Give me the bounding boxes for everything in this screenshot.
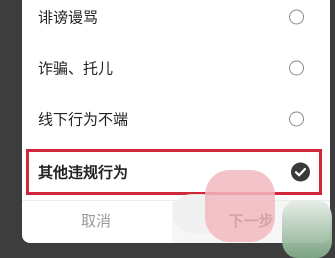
option-label: 诈骗、托儿 xyxy=(38,59,114,78)
cancel-button[interactable]: 取消 xyxy=(22,201,170,243)
report-reason-sheet: 诽谤谩骂 诈骗、托儿 线下行为不端 其他违规行为 取消 下一步 xyxy=(22,0,330,243)
checkmark-icon xyxy=(294,167,307,177)
radio-unchecked-icon[interactable] xyxy=(289,111,304,127)
radio-checked-icon[interactable] xyxy=(291,162,310,182)
option-other-violation[interactable]: 其他违规行为 xyxy=(26,149,322,195)
sheet-footer: 取消 下一步 xyxy=(22,200,330,243)
option-defamation[interactable]: 诽谤谩骂 xyxy=(22,0,330,42)
option-label: 线下行为不端 xyxy=(38,110,129,129)
radio-unchecked-icon[interactable] xyxy=(289,60,304,76)
option-label: 其他违规行为 xyxy=(38,163,129,182)
option-offline-misconduct[interactable]: 线下行为不端 xyxy=(22,94,330,144)
option-fraud[interactable]: 诈骗、托儿 xyxy=(22,43,330,93)
option-label: 诽谤谩骂 xyxy=(38,8,99,27)
next-step-button[interactable]: 下一步 xyxy=(172,201,330,243)
radio-unchecked-icon[interactable] xyxy=(289,9,304,25)
